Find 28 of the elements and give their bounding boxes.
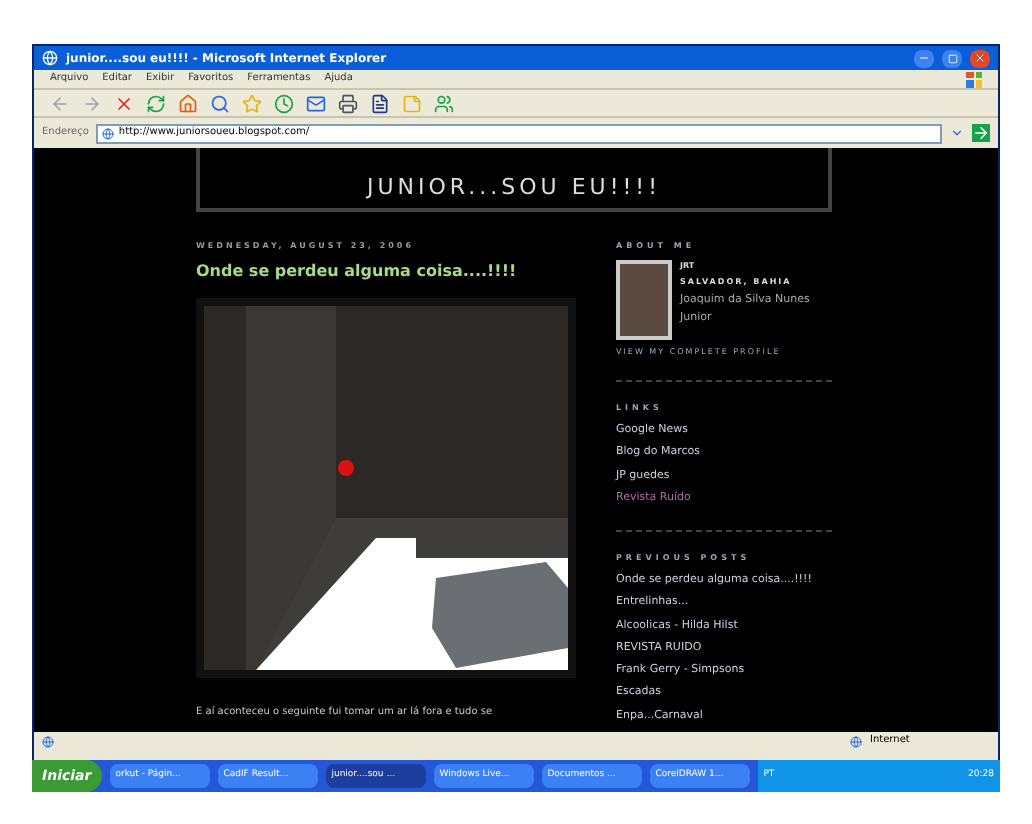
star-icon[interactable] [242, 93, 262, 113]
printer-icon[interactable] [338, 93, 358, 113]
stop-icon[interactable] [114, 93, 134, 113]
internet-zone-icon [850, 735, 862, 747]
browser-icon [42, 50, 58, 66]
blog-title: JUNIOR...SOU EU!!!! [367, 171, 661, 203]
avatar-photo-placeholder [616, 260, 672, 340]
windows-logo-icon [966, 71, 982, 87]
post-title: Onde se perdeu alguma coisa....!!!! [196, 260, 519, 284]
maximize-icon [947, 53, 957, 63]
maximize-button[interactable] [942, 49, 962, 67]
go-icon[interactable] [972, 124, 990, 142]
forward-icon[interactable] [82, 93, 102, 113]
page-status-icon [42, 735, 54, 747]
page-icon [102, 127, 115, 139]
back-icon[interactable] [50, 93, 70, 113]
document-icon[interactable] [370, 93, 390, 113]
refresh-icon[interactable] [146, 93, 166, 113]
dropdown-icon[interactable] [950, 126, 964, 140]
search-icon[interactable] [210, 93, 230, 113]
close-button[interactable] [970, 49, 990, 67]
history-icon[interactable] [274, 93, 294, 113]
minimize-icon [918, 52, 930, 64]
home-icon[interactable] [178, 93, 198, 113]
mail-icon[interactable] [306, 93, 326, 113]
close-icon [974, 52, 986, 64]
minimize-button[interactable] [914, 49, 934, 67]
people-icon[interactable] [434, 93, 454, 113]
